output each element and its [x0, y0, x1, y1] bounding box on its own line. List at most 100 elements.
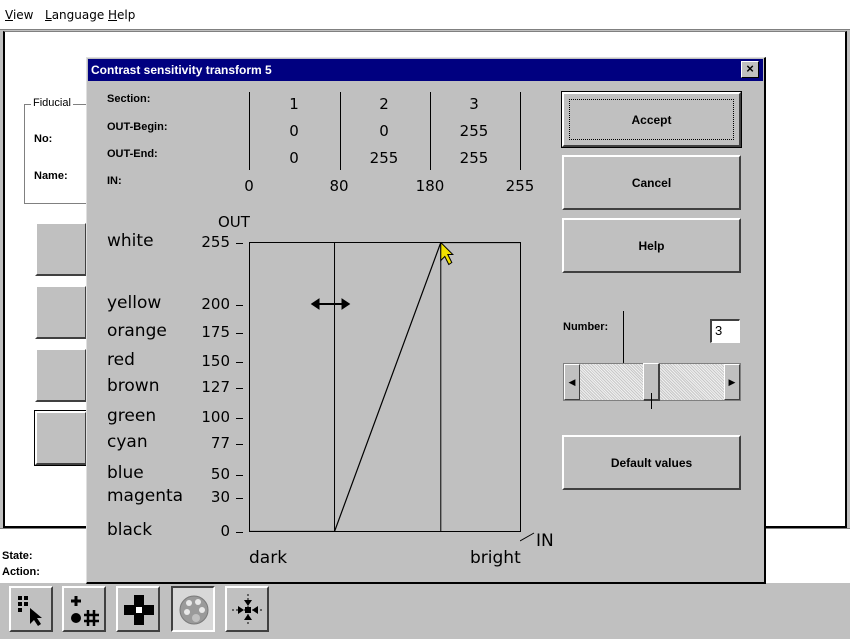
- state-label: State:: [2, 550, 33, 562]
- mouse-cursor-icon: [440, 242, 455, 266]
- y-tick-mark: [236, 532, 243, 533]
- y-tick-color-name: blue: [107, 462, 144, 483]
- fiducial-no-label: No:: [34, 133, 53, 145]
- y-tick-color-name: red: [107, 349, 135, 370]
- accept-label: Accept: [569, 99, 734, 140]
- action-label: Action:: [2, 566, 40, 578]
- side-button-2[interactable]: [35, 285, 87, 339]
- fit-center-icon: [232, 594, 264, 626]
- out-begin-value: 255: [459, 122, 489, 140]
- section-number: 3: [469, 95, 479, 113]
- in-break-value: 80: [329, 177, 349, 195]
- y-tick-mark: [236, 444, 243, 445]
- out-end-label: OUT-End:: [107, 148, 158, 160]
- y-tick-color-name: yellow: [107, 292, 162, 313]
- x-axis-title: IN: [536, 531, 554, 551]
- cancel-button[interactable]: Cancel: [562, 155, 741, 210]
- transfer-curve-chart[interactable]: [249, 242, 521, 532]
- close-icon: ×: [746, 61, 754, 76]
- palette-icon: [179, 595, 209, 625]
- out-end-value: 255: [459, 149, 489, 167]
- y-tick-mark: [236, 362, 243, 363]
- arrow-right-icon: ▶: [728, 377, 736, 387]
- slider-left-button[interactable]: ◀: [564, 364, 580, 400]
- side-button-3[interactable]: [35, 348, 87, 402]
- default-values-button[interactable]: Default values: [562, 435, 741, 490]
- transfer-curve-line: [249, 242, 521, 532]
- fit-tool-button[interactable]: [225, 586, 269, 632]
- select-arrow-icon: [18, 596, 42, 626]
- x-start-label: dark: [249, 548, 288, 568]
- palette-tool-button[interactable]: [171, 586, 215, 632]
- y-axis-title: OUT: [218, 213, 250, 231]
- in-break-value: 255: [505, 177, 535, 195]
- in-break-value: 0: [244, 177, 254, 195]
- help-button[interactable]: Help: [562, 218, 741, 273]
- x-axis-arrow-icon: [520, 532, 535, 542]
- menu-bar: View Language Help: [0, 0, 850, 30]
- y-tick-label: 200: [201, 294, 230, 313]
- y-tick-label: 175: [201, 323, 230, 342]
- out-end-value: 0: [289, 149, 299, 167]
- arrow-left-icon: ◀: [568, 377, 576, 387]
- section-divider: [249, 92, 250, 170]
- y-tick-label: 0: [220, 521, 230, 540]
- resize-handle-icon: [310, 298, 351, 310]
- out-begin-value: 0: [379, 122, 389, 140]
- slider-tick-marker: [651, 393, 652, 409]
- menu-help[interactable]: Help: [108, 8, 135, 22]
- section-divider: [430, 92, 431, 170]
- move-cross-icon: [124, 595, 154, 625]
- number-label: Number:: [563, 321, 609, 333]
- section-divider: [340, 92, 341, 170]
- y-tick-mark: [236, 243, 243, 244]
- dialog-title: Contrast sensitivity transform 5: [91, 63, 272, 77]
- side-button-4[interactable]: [34, 410, 88, 466]
- y-tick-label: 50: [210, 464, 230, 483]
- side-button-1[interactable]: [35, 222, 87, 276]
- y-tick-mark: [236, 305, 243, 306]
- y-tick-color-name: green: [107, 406, 157, 427]
- section-number: 2: [379, 95, 389, 113]
- y-tick-color-name: brown: [107, 375, 160, 396]
- y-tick-color-name: orange: [107, 321, 167, 342]
- y-tick-label: 100: [201, 408, 230, 427]
- menu-language[interactable]: Language: [45, 8, 104, 22]
- section-divider: [520, 92, 521, 170]
- y-tick-label: 255: [201, 232, 230, 251]
- out-begin-label: OUT-Begin:: [107, 121, 168, 133]
- y-tick-color-name: white: [107, 230, 154, 251]
- move-tool-button[interactable]: [116, 586, 160, 632]
- section-label: Section:: [107, 93, 151, 105]
- y-tick-mark: [236, 498, 243, 499]
- x-end-label: bright: [470, 548, 521, 568]
- fiducial-group-title: Fiducial: [31, 97, 73, 109]
- fiducial-name-label: Name:: [34, 170, 68, 182]
- in-label: IN:: [107, 175, 122, 187]
- in-break-value: 180: [415, 177, 445, 195]
- y-tick-mark: [236, 333, 243, 334]
- add-points-icon: [71, 596, 99, 626]
- close-button[interactable]: ×: [741, 61, 759, 78]
- y-tick-color-name: cyan: [107, 432, 148, 453]
- number-input[interactable]: 3: [710, 319, 740, 343]
- section-number: 1: [289, 95, 299, 113]
- plot-frame: [249, 242, 521, 532]
- y-tick-mark: [236, 418, 243, 419]
- y-tick-label: 77: [210, 434, 230, 453]
- section-marker: [623, 311, 624, 369]
- fiducial-group: [24, 104, 94, 204]
- y-tick-label: 150: [201, 351, 230, 370]
- y-tick-mark: [236, 475, 243, 476]
- y-tick-label: 30: [210, 487, 230, 506]
- menu-view[interactable]: View: [5, 8, 33, 22]
- slider-right-button[interactable]: ▶: [724, 364, 740, 400]
- select-tool-button[interactable]: [9, 586, 53, 632]
- y-tick-color-name: black: [107, 519, 153, 540]
- accept-button[interactable]: Accept: [561, 91, 742, 148]
- y-tick-mark: [236, 388, 243, 389]
- y-tick-label: 127: [201, 377, 230, 396]
- add-points-tool-button[interactable]: [62, 586, 106, 632]
- out-begin-value: 0: [289, 122, 299, 140]
- out-end-value: 255: [369, 149, 399, 167]
